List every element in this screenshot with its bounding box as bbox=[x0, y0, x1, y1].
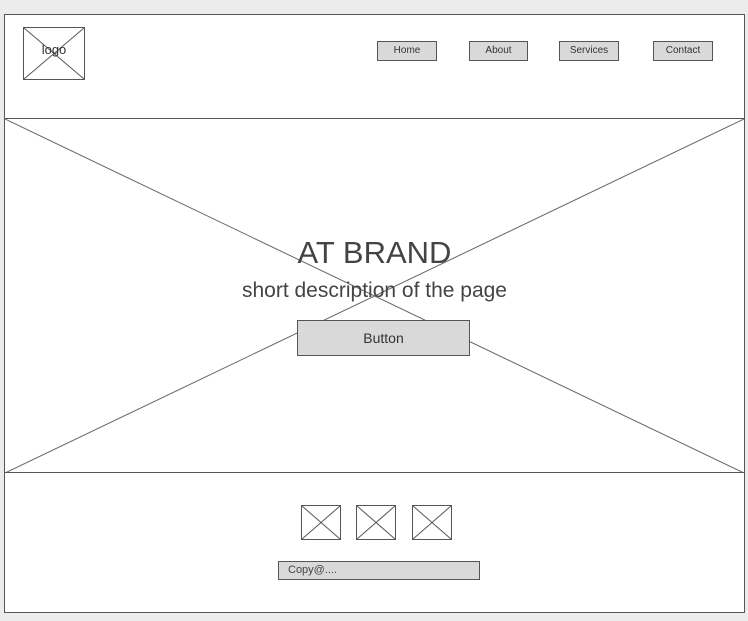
nav-services-button[interactable]: Services bbox=[559, 41, 619, 61]
logo-placeholder[interactable]: logo bbox=[23, 27, 85, 80]
social-link-1[interactable] bbox=[301, 505, 341, 540]
image-placeholder-icon bbox=[302, 506, 340, 539]
nav-contact-button[interactable]: Contact bbox=[653, 41, 713, 61]
image-placeholder-icon bbox=[413, 506, 451, 539]
hero-section: AT BRAND short description of the page B… bbox=[5, 119, 744, 473]
social-link-3[interactable] bbox=[412, 505, 452, 540]
hero-description: short description of the page bbox=[241, 279, 507, 302]
logo-label: logo bbox=[41, 42, 67, 57]
header: logo Home About Services Contact bbox=[5, 15, 744, 119]
hero-button[interactable]: Button bbox=[297, 320, 470, 356]
wireframe-page: logo Home About Services Contact AT BRAN… bbox=[4, 14, 745, 613]
image-placeholder-icon bbox=[357, 506, 395, 539]
hero-title: AT BRAND bbox=[297, 235, 452, 270]
social-link-2[interactable] bbox=[356, 505, 396, 540]
footer: Copy@.... bbox=[5, 473, 744, 612]
nav-home-button[interactable]: Home bbox=[377, 41, 437, 61]
nav-about-button[interactable]: About bbox=[469, 41, 528, 61]
copyright-text: Copy@.... bbox=[278, 561, 480, 580]
